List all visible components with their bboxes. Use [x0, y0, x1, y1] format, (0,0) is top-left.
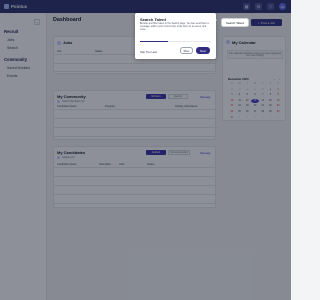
tour-prev-button[interactable]: Prev [180, 47, 193, 54]
search-talent-button[interactable]: Search Talent [222, 19, 248, 26]
tour-progress-track [140, 41, 211, 42]
tour-body: Browse and filter talent in the Search p… [140, 22, 209, 31]
tour-next-button[interactable]: Next [196, 47, 210, 54]
tour-skip-link[interactable]: Skip Tour Later [140, 51, 157, 54]
tour-progress-fill [140, 41, 169, 42]
tour-popover-arrow [214, 18, 217, 22]
